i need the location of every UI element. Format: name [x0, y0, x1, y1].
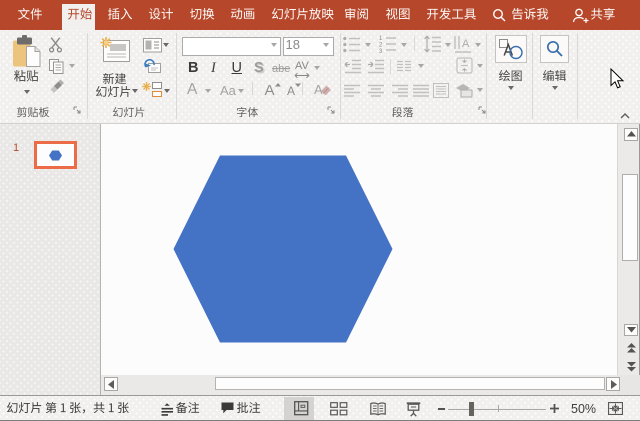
svg-text:A: A — [462, 38, 470, 50]
svg-text:1: 1 — [379, 36, 383, 42]
svg-text:2: 2 — [379, 43, 383, 49]
svg-text:3: 3 — [379, 49, 383, 53]
